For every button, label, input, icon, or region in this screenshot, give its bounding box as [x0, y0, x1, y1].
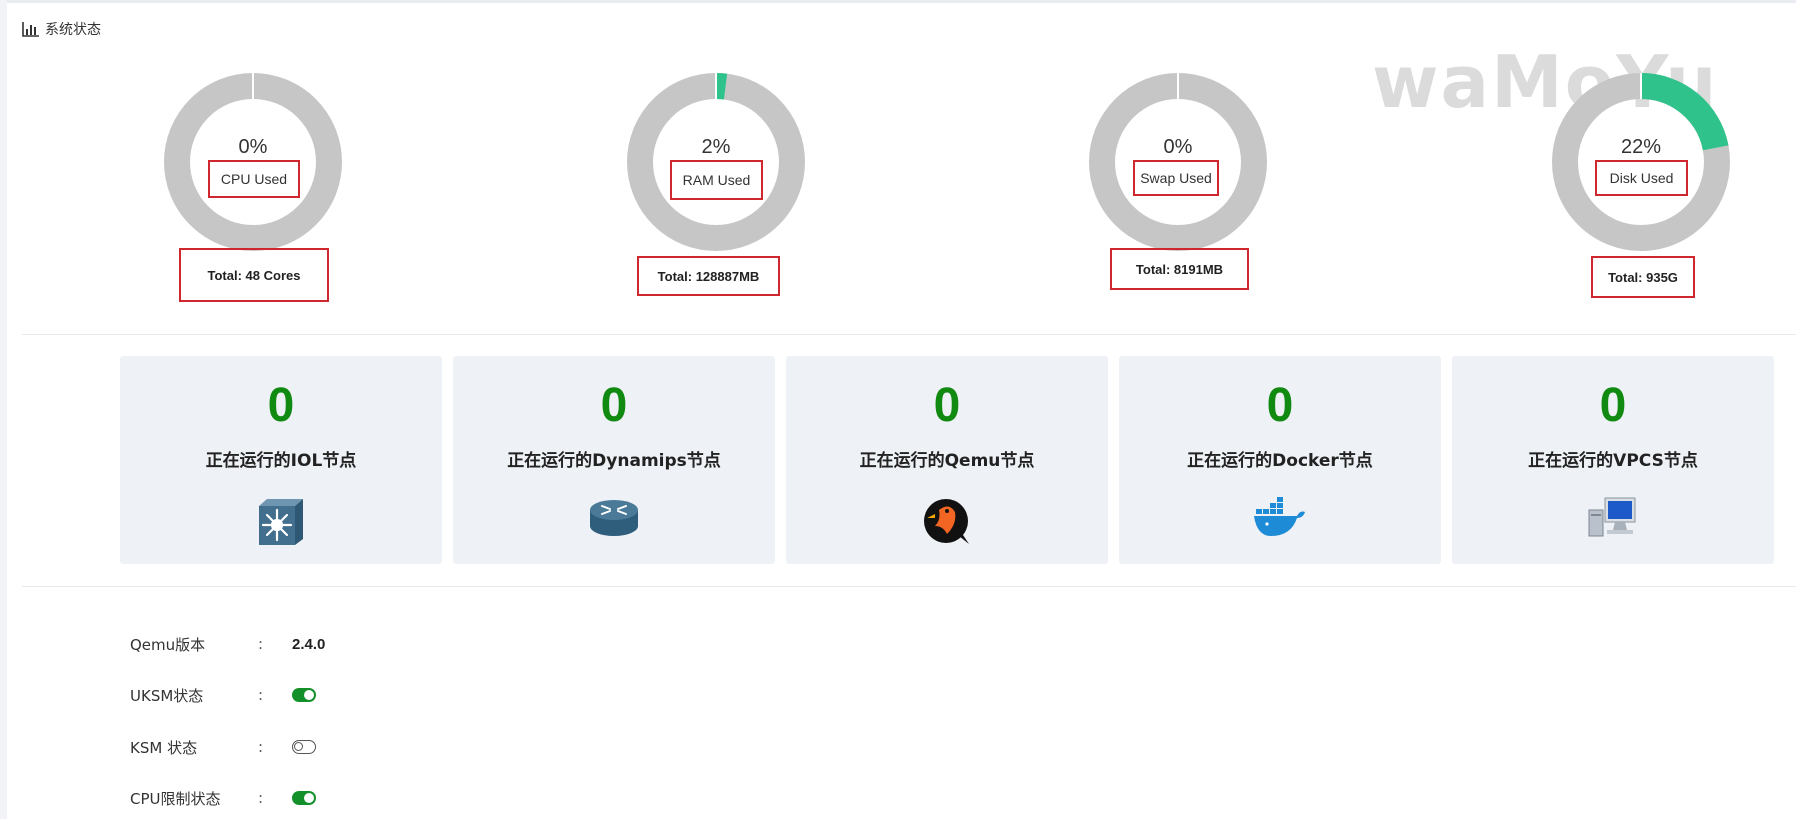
gauge-swap: 0% Swap Used Total: 8191MB	[1058, 0, 1298, 310]
info-row-qemu-version: Qemu版本 : 2.4.0	[130, 632, 325, 656]
gauge-label: Swap Used	[1133, 160, 1219, 196]
gauge-cpu: 0% CPU Used Total: 48 Cores	[133, 0, 373, 310]
gauge-disk: 22% Disk Used Total: 935G	[1521, 0, 1761, 310]
switch-icon	[255, 496, 307, 551]
bar-chart-icon	[22, 21, 40, 37]
node-card-iol[interactable]: 0 正在运行的IOL节点	[120, 356, 442, 564]
qemu-version-value: 2.4.0	[292, 635, 326, 653]
info-row-ksm: KSM 状态 :	[130, 735, 316, 759]
info-colon: :	[258, 789, 264, 807]
gauge-percent: 22%	[1620, 136, 1662, 158]
node-count: 0	[933, 379, 961, 432]
gauge-label: CPU Used	[208, 160, 300, 198]
info-row-uksm: UKSM状态 :	[130, 683, 316, 707]
node-label: 正在运行的Docker节点	[1187, 451, 1373, 471]
info-key: UKSM状态	[130, 686, 204, 705]
panel-title-text: 系统状态	[45, 22, 101, 38]
gauge-total: Total: 48 Cores	[179, 248, 329, 302]
info-key: CPU限制状态	[130, 789, 221, 808]
gauge-total: Total: 8191MB	[1110, 248, 1249, 290]
node-count: 0	[1266, 379, 1294, 432]
node-card-dynamips[interactable]: 0 正在运行的Dynamips节点	[453, 356, 775, 564]
divider	[22, 586, 1796, 587]
gauge-percent: 0%	[238, 136, 268, 158]
docker-icon	[1253, 496, 1307, 545]
vpcs-icon	[1587, 496, 1639, 545]
gauge-label: Disk Used	[1595, 160, 1688, 196]
gauge-total: Total: 128887MB	[637, 256, 780, 296]
uksm-toggle[interactable]	[292, 688, 316, 702]
left-sidebar-edge	[0, 0, 7, 819]
info-row-cpu-limit: CPU限制状态 :	[130, 786, 316, 810]
info-colon: :	[258, 686, 264, 704]
node-card-docker[interactable]: 0 正在运行的Docker节点	[1119, 356, 1441, 564]
node-count: 0	[600, 379, 628, 432]
node-card-vpcs[interactable]: 0 正在运行的VPCS节点	[1452, 356, 1774, 564]
gauge-total: Total: 935G	[1591, 256, 1695, 298]
ksm-toggle[interactable]	[292, 740, 316, 754]
node-label: 正在运行的IOL节点	[205, 451, 357, 471]
gauge-percent: 2%	[701, 136, 731, 158]
gauge-fill-arc	[715, 73, 728, 100]
qemu-icon	[921, 496, 973, 551]
gauge-percent: 0%	[1163, 136, 1193, 158]
info-key: KSM 状态	[130, 738, 198, 757]
info-key: Qemu版本	[130, 635, 206, 654]
gauge-label: RAM Used	[670, 160, 763, 200]
panel-title: 系统状态	[22, 19, 101, 39]
cpu-limit-toggle[interactable]	[292, 791, 316, 805]
node-count: 0	[267, 379, 295, 432]
info-colon: :	[258, 738, 264, 756]
node-card-qemu[interactable]: 0 正在运行的Qemu节点	[786, 356, 1108, 564]
node-label: 正在运行的Qemu节点	[859, 451, 1035, 471]
node-label: 正在运行的VPCS节点	[1528, 451, 1698, 471]
router-icon	[588, 496, 640, 545]
node-label: 正在运行的Dynamips节点	[507, 451, 721, 471]
node-count: 0	[1599, 379, 1627, 432]
gauge-ram: 2% RAM Used Total: 128887MB	[596, 0, 836, 310]
divider	[22, 334, 1796, 335]
info-colon: :	[258, 635, 264, 653]
